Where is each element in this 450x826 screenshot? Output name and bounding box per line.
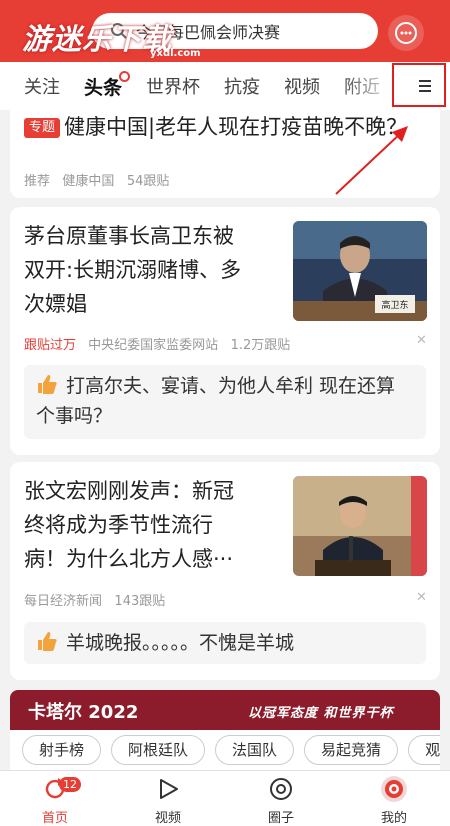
meta-comments: 1.2万跟贴 — [230, 338, 291, 353]
meta-row: 每日经济新闻 143跟贴 — [24, 590, 165, 609]
annotation-highlight-box — [392, 63, 446, 107]
circle-icon — [270, 778, 292, 800]
meta-source: 每日经济新闻 — [24, 594, 103, 609]
news-thumbnail — [293, 476, 427, 576]
tab-anti-epidemic[interactable]: 抗疫 — [224, 73, 260, 99]
avatar-icon — [381, 776, 407, 802]
notification-badge: 12 — [59, 777, 81, 792]
image-caption: 高卫东 — [381, 299, 408, 311]
tab-video[interactable]: 视频 — [284, 73, 320, 99]
meta-row: 推荐 健康中国 54跟贴 — [24, 170, 169, 189]
chip-france[interactable]: 法国队 — [215, 735, 295, 765]
topic-chips: 射手榜 阿根廷队 法国队 易起竞猜 观战 — [10, 730, 440, 770]
chip-argentina[interactable]: 阿根廷队 — [111, 735, 206, 765]
meta-row: 跟贴过万 中央纪委国家监委网站 1.2万跟贴 — [24, 334, 290, 353]
tabs-fade — [340, 62, 400, 110]
meta-source: 健康中国 — [62, 174, 115, 189]
nav-circle[interactable]: 圈子 — [241, 775, 321, 826]
meta-label: 推荐 — [24, 174, 51, 189]
bottom-nav: 12 首页 视频 圈子 我的 — [0, 770, 450, 826]
nav-label: 我的 — [380, 811, 407, 826]
featured-comment-text: 打高尔夫、宴请、为他人牟利 现在还算个事吗？ — [36, 375, 396, 427]
watermark-url: yxdl.com — [150, 48, 201, 59]
nav-home[interactable]: 12 首页 — [15, 775, 95, 826]
nav-video[interactable]: 视频 — [128, 775, 208, 826]
banner-title: 卡塔尔 2022 — [28, 702, 139, 723]
nav-me[interactable]: 我的 — [354, 775, 434, 826]
featured-comment[interactable]: 羊城晚报。。。。。不愧是羊城 — [24, 622, 426, 664]
featured-comment[interactable]: 打高尔夫、宴请、为他人牟利 现在还算个事吗？ — [24, 365, 426, 439]
meta-comments: 54跟贴 — [126, 174, 170, 189]
thumbs-up-icon — [38, 632, 57, 651]
featured-comment-text: 羊城晚报。。。。。不愧是羊城 — [66, 632, 295, 654]
banner-slogan: 以冠军态度 和世界干杯 — [248, 706, 394, 721]
headline: 张文宏刚刚发声：新冠 终将成为季节性流行 病！为什么北方人感··· — [24, 474, 284, 576]
news-thumbnail: 高卫东 — [293, 221, 427, 321]
chip-quiz[interactable]: 易起竞猜 — [304, 735, 399, 765]
chip-watch[interactable]: 观战 — [408, 735, 440, 765]
close-icon[interactable]: ✕ — [416, 333, 427, 348]
chat-button[interactable] — [388, 15, 424, 51]
meta-source: 中央纪委国家监委网站 — [88, 338, 219, 353]
nav-label: 圈子 — [267, 811, 294, 826]
world-cup-banner[interactable]: 卡塔尔 2022 以冠军态度 和世界干杯 — [10, 690, 440, 730]
headline-line: 次嫖娼 — [24, 292, 87, 316]
hot-label: 跟贴过万 — [24, 338, 77, 353]
meta-comments: 143跟贴 — [114, 594, 166, 609]
news-card[interactable]: 张文宏刚刚发声：新冠 终将成为季节性流行 病！为什么北方人感··· 每日经济新闻… — [10, 462, 440, 680]
annotation-arrow — [335, 126, 408, 195]
tab-follow[interactable]: 关注 — [24, 73, 60, 99]
chat-icon — [395, 22, 417, 44]
tab-world-cup[interactable]: 世界杯 — [146, 73, 200, 99]
headline-line: 张文宏刚刚发声：新冠 — [24, 479, 234, 503]
nav-label: 首页 — [41, 811, 68, 826]
close-icon[interactable]: ✕ — [416, 590, 427, 605]
headline: 茅台原董事长高卫东被 双开:长期沉溺赌博、多 次嫖娼 — [24, 219, 284, 321]
play-icon — [160, 779, 178, 799]
headline-line: 终将成为季节性流行 — [24, 513, 213, 537]
thumbs-up-icon — [38, 375, 57, 394]
headline-line: 病！为什么北方人感··· — [24, 547, 234, 571]
top-bar: 今日每巴佩会师决赛 游迷乐下载 yxdl.com — [0, 0, 450, 62]
nav-label: 视频 — [154, 811, 181, 826]
news-card[interactable]: 茅台原董事长高卫东被 双开:长期沉溺赌博、多 次嫖娼 高卫东 跟贴过万 中央纪委… — [10, 207, 440, 455]
chip-top-scorers[interactable]: 射手榜 — [22, 735, 102, 765]
headline-line: 双开:长期沉溺赌博、多 — [24, 258, 242, 282]
tab-headlines[interactable]: 头条 — [84, 70, 131, 100]
topic-tag: 专题 — [24, 118, 61, 138]
headline-line: 茅台原董事长高卫东被 — [24, 224, 234, 248]
